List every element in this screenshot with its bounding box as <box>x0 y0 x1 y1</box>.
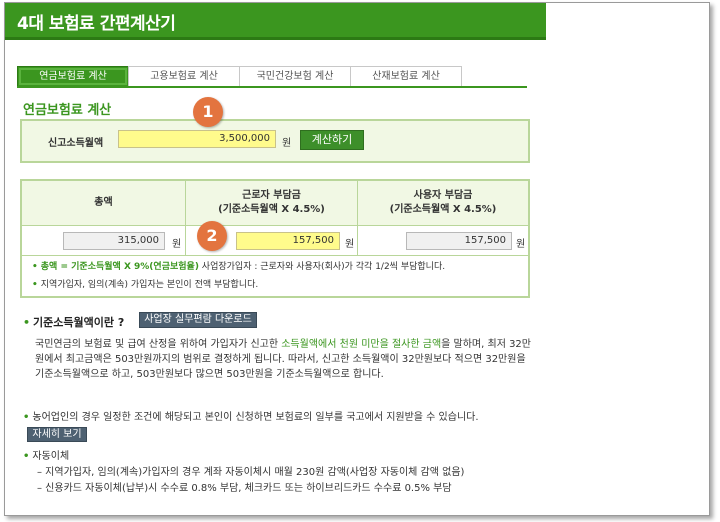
detail-button[interactable]: 자세히 보기 <box>27 427 87 442</box>
result-note-1: • 총액 = 기준소득월액 X 9%(연금보험율) 사업장가입자 : 근로자와 사… <box>32 259 522 272</box>
farmer-support-paragraph: • 농어업인의 경우 일정한 조건에 해당되고 본인이 신청하면 보험료의 일부를… <box>23 409 538 443</box>
auto-transfer-title: 자동이체 <box>32 451 70 462</box>
info-highlight: 소득월액에서 천원 미만을 절사한 금액 <box>281 339 442 350</box>
formula-text: 총액 = 기준소득월액 X 9%(연금보험율) <box>40 262 199 272</box>
result-table: 총액 근로자 부담금 (기준소득월액 X 4.5%) 사용자 부담금 (기준소득… <box>20 179 530 298</box>
auto-transfer-line-2: – 신용카드 자동이체(납부)시 수수료 0.8% 부담, 체크카드 또는 하이… <box>37 483 452 494</box>
tab-pension[interactable]: 연금보험료 계산 <box>17 66 129 87</box>
header-total: 총액 <box>22 181 185 226</box>
farmer-support-text: 농어업인의 경우 일정한 조건에 해당되고 본인이 신청하면 보험료의 일부를 … <box>32 412 479 423</box>
regional-note: 지역가입자, 임의(계속) 가입자는 본인이 전액 부담합니다. <box>40 280 259 290</box>
employer-amount-field: 157,500 <box>406 232 512 250</box>
tab-bar: 연금보험료 계산 고용보험료 계산 국민건강보험 계산 산재보험료 계산 <box>17 66 462 87</box>
tab-underline <box>17 86 527 88</box>
row-divider <box>22 255 528 256</box>
info-text-a: 국민연금의 보험료 및 급여 산정을 위하여 가입자가 신고한 <box>35 339 282 350</box>
page-title: 4대 보험료 간편계산기 <box>17 14 176 34</box>
header-total-label: 총액 <box>94 197 113 208</box>
header-employee: 근로자 부담금 (기준소득월액 X 4.5%) <box>186 181 357 226</box>
column-divider <box>185 181 186 255</box>
tab-employment[interactable]: 고용보험료 계산 <box>128 66 240 86</box>
header-employer: 사용자 부담금 (기준소득월액 X 4.5%) <box>358 181 528 226</box>
tab-industrial[interactable]: 산재보험료 계산 <box>350 66 462 86</box>
bullet-icon: • <box>23 316 31 329</box>
auto-transfer-section: • 자동이체 – 지역가입자, 임의(계속)가입자의 경우 계좌 자동이체시 매월… <box>23 449 538 497</box>
workplace-note: 사업장가입자 : 근로자와 사용자(회사)가 각각 1/2씩 부담합니다. <box>198 262 446 272</box>
step-2-badge: 2 <box>197 221 227 251</box>
auto-transfer-line-1: – 지역가입자, 임의(계속)가입자의 경우 계좌 자동이체시 매월 230원 … <box>37 467 465 478</box>
column-divider <box>357 181 358 255</box>
calculate-button[interactable]: 계산하기 <box>300 130 364 150</box>
income-input[interactable]: 3,500,000 <box>118 130 276 148</box>
header-employer-rate: (기준소득월액 X 4.5%) <box>389 204 497 215</box>
step-1-badge: 1 <box>193 97 223 127</box>
header-employee-rate: (기준소득월액 X 4.5%) <box>218 204 325 215</box>
info-heading: • 기준소득월액이란 ? <box>23 314 124 330</box>
total-amount-field: 315,000 <box>63 232 165 250</box>
employee-amount-field: 157,500 <box>236 232 340 250</box>
tab-health[interactable]: 국민건강보험 계산 <box>239 66 351 86</box>
title-bar: 4대 보험료 간편계산기 <box>5 3 546 40</box>
info-heading-text: 기준소득월액이란 ? <box>33 316 125 329</box>
header-employer-label: 사용자 부담금 <box>413 190 473 201</box>
bullet-icon: • <box>23 451 30 462</box>
auto-transfer-title-row: • 자동이체 <box>23 449 538 465</box>
section-title: 연금보험료 계산 <box>23 103 112 118</box>
income-unit: 원 <box>282 138 292 149</box>
app-window: 4대 보험료 간편계산기 연금보험료 계산 고용보험료 계산 국민건강보험 계산… <box>4 2 710 516</box>
income-input-panel: 신고소득월액 3,500,000 원 계산하기 <box>20 119 530 163</box>
bullet-icon: • <box>32 280 38 290</box>
employee-unit: 원 <box>345 239 355 250</box>
header-employee-label: 근로자 부담금 <box>242 190 301 201</box>
bullet-icon: • <box>23 412 30 423</box>
info-paragraph: 국민연금의 보험료 및 급여 산정을 위하여 가입자가 신고한 소득월액에서 천… <box>35 337 535 382</box>
employer-unit: 원 <box>516 239 526 250</box>
income-label: 신고소득월액 <box>48 138 104 149</box>
download-manual-button[interactable]: 사업장 실무편람 다운로드 <box>139 312 257 328</box>
bullet-icon: • <box>32 262 38 272</box>
total-unit: 원 <box>172 239 182 250</box>
result-note-2: • 지역가입자, 임의(계속) 가입자는 본인이 전액 부담합니다. <box>32 277 522 290</box>
